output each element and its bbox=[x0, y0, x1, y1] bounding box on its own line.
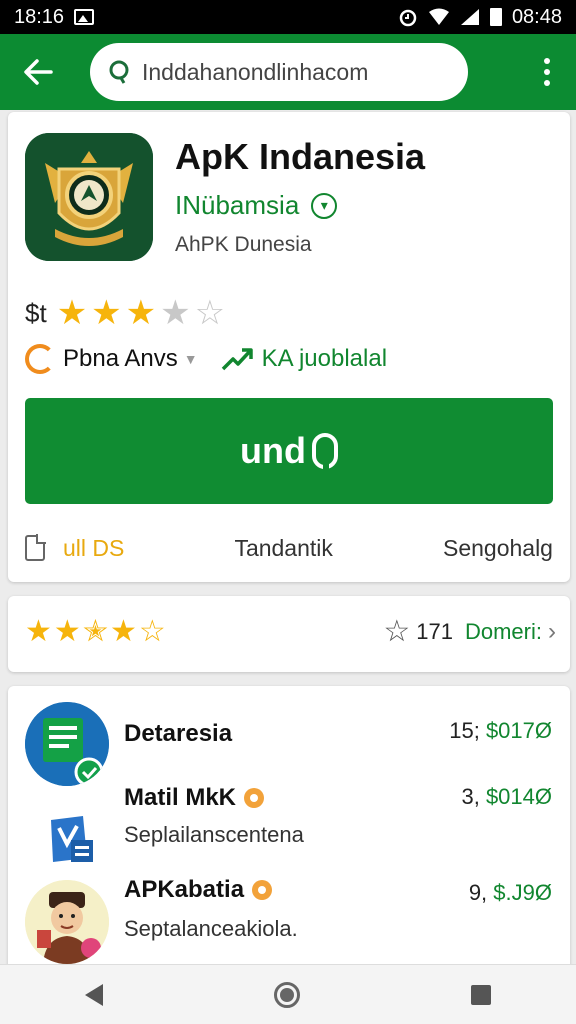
list-item-count-value: $017Ø bbox=[485, 718, 552, 743]
more-options-button[interactable] bbox=[532, 48, 562, 96]
app-price: $t bbox=[25, 297, 47, 328]
list-item-title-text: Detaresia bbox=[124, 720, 233, 747]
download-icon bbox=[311, 433, 338, 475]
document-icon bbox=[25, 534, 46, 561]
info-middle: Tandantik bbox=[234, 534, 333, 561]
nav-recents-icon[interactable] bbox=[470, 984, 491, 1005]
status-bar: 18:16 08:48 bbox=[0, 0, 576, 34]
back-button[interactable] bbox=[14, 48, 62, 96]
badge-icon bbox=[252, 880, 273, 900]
wifi-icon bbox=[428, 8, 449, 25]
star-empty-icon: ☆ bbox=[194, 294, 226, 332]
install-button-label: und bbox=[240, 430, 306, 471]
list-item-count: 9, $.J9Ø bbox=[469, 880, 552, 906]
app-logo-icon bbox=[25, 133, 153, 261]
nav-home-icon[interactable] bbox=[273, 981, 300, 1008]
list-item-title: Detaresia bbox=[124, 720, 232, 748]
rating-stars: ★ ★ ✭ ★ ☆ bbox=[25, 616, 166, 648]
category-icon bbox=[25, 344, 55, 374]
star-half-icon: ✭ bbox=[82, 615, 108, 648]
developer-name[interactable]: INübamsia bbox=[175, 190, 299, 221]
reviews-link-label[interactable]: Domeri: bbox=[465, 619, 542, 645]
category-tag[interactable]: Pbna Anvs bbox=[63, 345, 178, 373]
verified-badge-icon: ▾ bbox=[311, 192, 338, 219]
install-button[interactable]: und bbox=[25, 398, 553, 504]
chevron-down-icon[interactable]: ▼ bbox=[184, 351, 198, 367]
search-icon bbox=[109, 60, 129, 84]
list-item[interactable]: Detaresia 15; $017Ø bbox=[8, 686, 570, 786]
list-item-title: Matil MkK bbox=[124, 784, 265, 812]
list-item-title-text: Matil MkK bbox=[124, 784, 237, 811]
star-icon: ★ bbox=[25, 615, 52, 648]
list-item-title-text: APKabatia bbox=[124, 876, 245, 903]
star-outline-icon: ☆ bbox=[138, 615, 166, 648]
reviews-link[interactable]: ☆ 171 Domeri: › bbox=[383, 616, 556, 648]
list-item-count: 3, $014Ø bbox=[461, 784, 552, 810]
chevron-right-icon: › bbox=[548, 618, 556, 645]
list-item-description: Septalanceakiola. bbox=[124, 916, 298, 941]
search-query-text: Inddahanondlinhacom bbox=[142, 58, 369, 85]
trend-icon bbox=[220, 344, 254, 374]
arrow-left-icon bbox=[24, 59, 53, 85]
list-item[interactable]: APKabatia Septalanceakiola. 9, $.J9Ø bbox=[8, 876, 570, 976]
star-empty-icon: ★ bbox=[160, 294, 191, 332]
alarm-icon bbox=[399, 9, 417, 27]
nav-back-icon[interactable] bbox=[85, 983, 104, 1006]
status-time-left: 18:16 bbox=[14, 5, 65, 28]
star-outline-icon: ☆ bbox=[383, 615, 411, 648]
list-item-count-prefix: 9, bbox=[468, 880, 488, 905]
developer-row[interactable]: INübamsia ▾ bbox=[175, 190, 338, 221]
signal-icon bbox=[460, 9, 479, 25]
review-count: 171 bbox=[416, 619, 453, 644]
star-icon: ★ bbox=[125, 294, 157, 332]
app-details-card: ApK Indanesia INübamsia ▾ AhPK Dunesia $… bbox=[8, 112, 570, 582]
list-item-count-value: $.J9Ø bbox=[493, 880, 552, 905]
more-vert-icon bbox=[544, 58, 550, 64]
battery-icon bbox=[489, 8, 502, 26]
ratings-card[interactable]: ★ ★ ✭ ★ ☆ ☆ 171 Domeri: › bbox=[8, 596, 570, 672]
related-apps-card: Detaresia 15; $017Ø Matil MkK Seplailans… bbox=[8, 686, 570, 976]
status-time-right: 08:48 bbox=[511, 5, 562, 28]
list-item-count-prefix: 15; bbox=[449, 718, 480, 743]
price-rating-row: $t ★ ★ ★ ★ ☆ bbox=[25, 296, 225, 330]
app-title: ApK Indanesia bbox=[175, 136, 426, 177]
list-item-count-value: $014Ø bbox=[485, 784, 552, 809]
app-subtitle: AhPK Dunesia bbox=[175, 233, 312, 256]
star-icon: ★ bbox=[56, 294, 88, 332]
app-toolbar: Inddahanondlinhacom bbox=[0, 34, 576, 110]
star-icon: ★ bbox=[91, 294, 122, 332]
info-size: ull DS bbox=[63, 534, 125, 561]
feature-tag[interactable]: KA juoblalal bbox=[262, 345, 387, 373]
app-avatar-icon bbox=[25, 798, 109, 882]
list-item[interactable]: Matil MkK Seplailanscentena 3, $014Ø bbox=[8, 784, 570, 876]
app-info-row: ull DS Tandantik Sengohalg bbox=[25, 524, 553, 572]
star-icon: ★ bbox=[109, 615, 137, 648]
list-item-count-prefix: 3, bbox=[461, 784, 480, 809]
tags-row: Pbna Anvs ▼ KA juoblalal bbox=[25, 344, 387, 374]
app-avatar-icon bbox=[25, 880, 109, 964]
info-right: Sengohalg bbox=[442, 534, 553, 561]
system-nav-bar bbox=[0, 964, 576, 1024]
gallery-notification-icon bbox=[74, 9, 95, 25]
star-icon: ★ bbox=[53, 615, 81, 648]
badge-icon bbox=[244, 788, 265, 808]
list-item-description: Seplailanscentena bbox=[124, 822, 304, 847]
list-item-count: 15; $017Ø bbox=[449, 718, 552, 744]
app-avatar-icon bbox=[25, 702, 109, 786]
list-item-title: APKabatia bbox=[124, 876, 273, 904]
search-input[interactable]: Inddahanondlinhacom bbox=[90, 43, 468, 101]
